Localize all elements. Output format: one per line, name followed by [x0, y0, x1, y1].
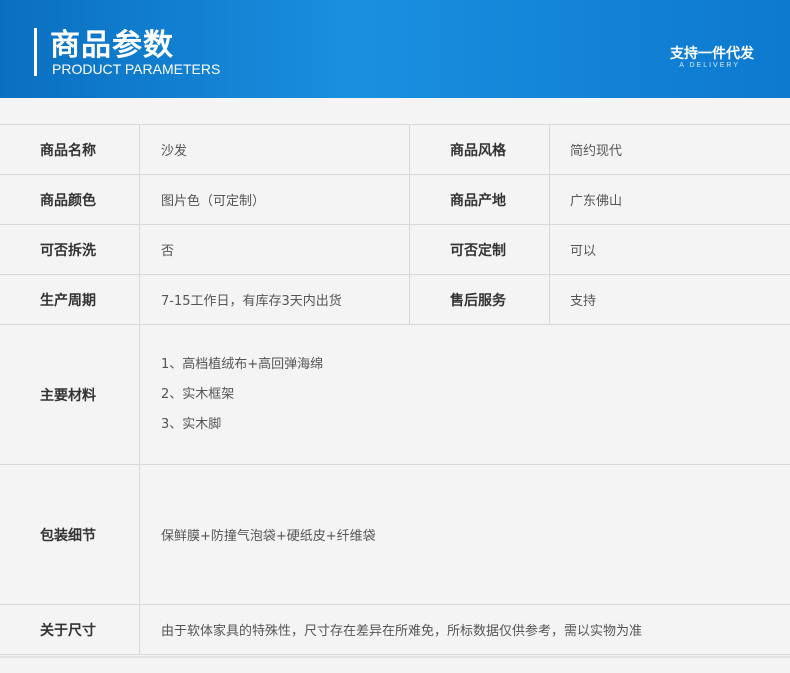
param-value: 否 [140, 225, 410, 274]
section-title: 商品参数 [50, 28, 174, 63]
param-value: 广东佛山 [570, 194, 623, 209]
title-divider-bar [34, 28, 37, 76]
param-value: 支持 [570, 294, 597, 309]
param-value: 7-15工作日，有库存3天内出货 [140, 275, 410, 324]
param-value: 由于软体家具的特殊性，尺寸存在差异在所难免，所标数据仅供参考，需以实物为准 [161, 624, 643, 639]
param-label: 包装细节 [0, 465, 140, 604]
param-value: 沙发 [140, 125, 410, 174]
param-label: 主要材料 [0, 325, 140, 464]
slogan-subtext: A DELIVERY [679, 62, 740, 69]
param-label: 可否定制 [410, 225, 550, 274]
param-label: 生产周期 [0, 275, 140, 324]
param-label: 关于尺寸 [0, 605, 140, 654]
table-row: 可否拆洗 否 可否定制 可以 [0, 225, 790, 275]
param-value: 可以 [570, 244, 597, 259]
param-label: 商品名称 [0, 125, 140, 174]
bottom-divider [0, 656, 790, 658]
param-value: 1、高档植绒布+高回弹海绵 2、实木框架 3、实木脚 [140, 325, 790, 464]
header-banner: 商品参数 PRODUCT PARAMETERS 支持一件代发 A DELIVER… [0, 0, 790, 98]
list-item: 2、实木框架 [161, 386, 235, 402]
param-label: 售后服务 [410, 275, 550, 324]
table-row-materials: 主要材料 1、高档植绒布+高回弹海绵 2、实木框架 3、实木脚 [0, 325, 790, 465]
list-item: 3、实木脚 [161, 416, 222, 432]
section-subtitle: PRODUCT PARAMETERS [52, 61, 221, 77]
param-value: 图片色（可定制） [140, 175, 410, 224]
param-label: 商品风格 [410, 125, 550, 174]
parameters-table: 商品名称 沙发 商品风格 简约现代 商品颜色 图片色（可定制） 商品产地 广东佛… [0, 124, 790, 655]
materials-list: 1、高档植绒布+高回弹海绵 2、实木框架 3、实木脚 [161, 350, 323, 440]
table-row-packing: 包装细节 保鲜膜+防撞气泡袋+硬纸皮+纤维袋 [0, 465, 790, 605]
table-row: 商品名称 沙发 商品风格 简约现代 [0, 125, 790, 175]
table-row-size: 关于尺寸 由于软体家具的特殊性，尺寸存在差异在所难免，所标数据仅供参考，需以实物… [0, 605, 790, 655]
param-value: 简约现代 [570, 144, 623, 159]
param-label: 商品产地 [410, 175, 550, 224]
table-row: 生产周期 7-15工作日，有库存3天内出货 售后服务 支持 [0, 275, 790, 325]
param-label: 商品颜色 [0, 175, 140, 224]
param-value: 保鲜膜+防撞气泡袋+硬纸皮+纤维袋 [161, 529, 376, 544]
slogan-text: 支持一件代发 [670, 46, 754, 62]
list-item: 1、高档植绒布+高回弹海绵 [161, 356, 324, 372]
param-label: 可否拆洗 [0, 225, 140, 274]
table-row: 商品颜色 图片色（可定制） 商品产地 广东佛山 [0, 175, 790, 225]
